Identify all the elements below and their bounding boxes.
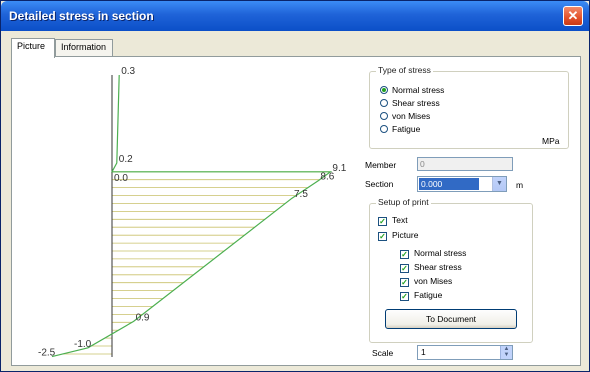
check-label: Shear stress <box>414 262 462 272</box>
tab-information[interactable]: Information <box>55 39 113 57</box>
stress-value-label: 7.5 <box>294 189 308 200</box>
checkbox-icon[interactable]: ✓ <box>400 250 409 259</box>
radio-label: von Mises <box>392 111 431 121</box>
check-label: Normal stress <box>414 248 467 258</box>
type-of-stress-title: Type of stress <box>376 65 433 75</box>
check-picture[interactable]: ✓ Picture <box>378 229 418 241</box>
scale-label: Scale <box>372 348 394 358</box>
stress-value-label: 0.2 <box>119 154 133 165</box>
setup-of-print-title: Setup of print <box>376 197 431 207</box>
radio-label: Shear stress <box>392 98 440 108</box>
radio-icon[interactable] <box>380 112 388 120</box>
checkbox-icon[interactable]: ✓ <box>400 264 409 273</box>
radio-icon[interactable] <box>380 99 388 107</box>
stress-value-label: 0.0 <box>114 173 128 184</box>
check-von-mises[interactable]: ✓ von Mises <box>400 275 452 287</box>
checkbox-icon[interactable]: ✓ <box>378 232 387 241</box>
check-label: Fatigue <box>414 290 443 300</box>
radio-icon[interactable] <box>380 125 388 133</box>
stress-diagram-svg: 0.3 0.2 0.0 9.18.6 7.5 0.9 -1.0 -2.5 <box>38 66 347 359</box>
stress-dialog-window: Detailed stress in section ✕ Picture Inf… <box>0 0 590 372</box>
checkbox-icon[interactable]: ✓ <box>400 292 409 301</box>
chevron-down-icon[interactable]: ▼ <box>492 177 506 191</box>
radio-von-mises[interactable]: von Mises <box>380 110 430 122</box>
close-button[interactable]: ✕ <box>563 6 583 26</box>
close-icon: ✕ <box>567 8 579 23</box>
to-document-button[interactable]: To Document <box>385 309 517 329</box>
section-select[interactable]: 0.000 ▼ <box>417 176 507 192</box>
stress-unit: MPa <box>542 136 560 146</box>
radio-label: Fatigue <box>392 124 421 134</box>
spin-down-icon[interactable]: ▼ <box>501 352 512 358</box>
stress-value-label: -2.5 <box>38 348 56 359</box>
stress-value-label: 9.1 <box>332 163 346 174</box>
member-label: Member <box>365 160 397 170</box>
checkbox-icon[interactable]: ✓ <box>378 217 387 226</box>
check-normal-stress[interactable]: ✓ Normal stress <box>400 247 466 259</box>
check-label: Text <box>392 215 408 225</box>
radio-fatigue[interactable]: Fatigue <box>380 123 420 135</box>
scale-spinner[interactable]: ▲ ▼ <box>500 346 512 359</box>
stress-value-label: -1.0 <box>74 339 92 350</box>
section-selected-value: 0.000 <box>419 178 479 190</box>
checkbox-icon[interactable]: ✓ <box>400 278 409 287</box>
radio-normal-stress[interactable]: Normal stress <box>380 84 444 96</box>
stress-value-label: 0.9 <box>136 312 150 323</box>
member-field[interactable]: 0 <box>417 157 513 171</box>
picture-tab-panel: 0.3 0.2 0.0 9.1 8.6 7.5 0.9 -1.0 -2.5 Type of st… <box>11 56 581 366</box>
check-label: Picture <box>392 230 419 240</box>
scale-value: 1 <box>421 347 426 357</box>
title-bar[interactable]: Detailed stress in section ✕ <box>1 1 589 31</box>
stress-value-labels: 0.3 0.2 0.0 9.18.6 7.5 0.9 -1.0 -2.5 <box>38 66 347 359</box>
tab-picture[interactable]: Picture <box>11 38 55 58</box>
radio-label: Normal stress <box>392 85 445 95</box>
radio-shear-stress[interactable]: Shear stress <box>380 97 440 109</box>
stress-value-label: 0.3 <box>121 66 135 77</box>
check-shear-stress[interactable]: ✓ Shear stress <box>400 261 462 273</box>
scale-spinbox[interactable]: 1 ▲ ▼ <box>417 345 513 360</box>
stress-value-label: 8.6 <box>320 172 334 183</box>
check-fatigue[interactable]: ✓ Fatigue <box>400 289 442 301</box>
check-label: von Mises <box>414 276 453 286</box>
section-unit: m <box>516 180 524 190</box>
stress-distribution-line <box>51 74 333 358</box>
radio-icon[interactable] <box>380 86 388 94</box>
type-of-stress-group: Type of stress Normal stress Shear stres… <box>369 65 569 149</box>
section-label: Section <box>365 179 394 189</box>
check-text[interactable]: ✓ Text <box>378 214 408 226</box>
setup-of-print-group: Setup of print ✓ Text ✓ Picture ✓ Normal st… <box>369 197 533 343</box>
window-title: Detailed stress in section <box>9 9 154 23</box>
stress-diagram: 0.3 0.2 0.0 9.1 8.6 7.5 0.9 -1.0 -2.5 <box>20 61 372 361</box>
